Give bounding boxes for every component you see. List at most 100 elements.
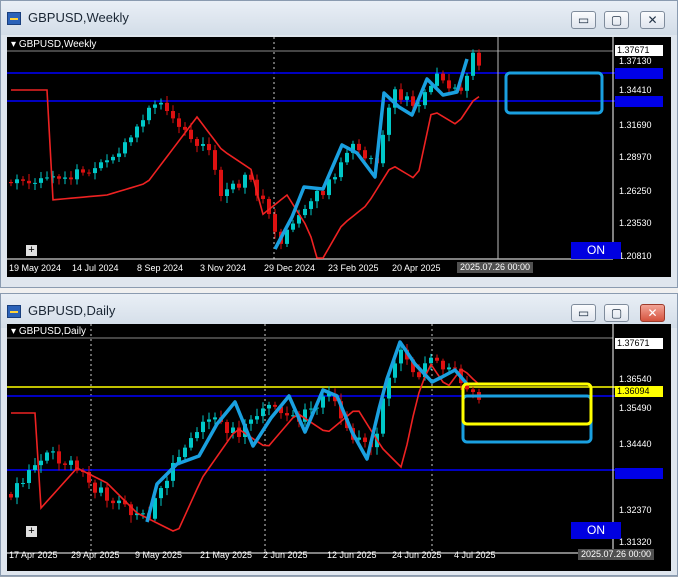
daily-window-title: GBPUSD,Daily <box>28 303 116 318</box>
candle-body <box>21 483 25 485</box>
candle-body <box>399 89 403 100</box>
candle-body <box>447 367 451 370</box>
candle-body <box>69 460 73 465</box>
minimize-button[interactable]: ▭ <box>571 11 596 29</box>
candle-body <box>441 360 445 370</box>
weekly-on-button[interactable]: ON <box>571 242 621 259</box>
daily-top-price-box: 1.37671 <box>615 338 663 349</box>
candle-body <box>141 120 145 127</box>
candle-body <box>447 80 451 89</box>
candle-body <box>189 438 193 448</box>
candle-body <box>261 195 265 200</box>
daily-symbol-label: ▾ GBPUSD,Daily <box>11 326 87 337</box>
maximize-button[interactable]: ▢ <box>604 11 629 29</box>
candle-body <box>471 52 475 76</box>
candle-body <box>195 432 199 439</box>
candle-body <box>231 183 235 190</box>
candle-body <box>123 142 127 154</box>
weekly-cursor-time: 2025.07.26 00:00 <box>457 262 534 273</box>
candle-body <box>363 437 367 442</box>
candle-body <box>207 144 211 151</box>
candle-body <box>405 96 409 100</box>
weekly-chart-window[interactable]: GBPUSD,Weekly ▭ ▢ ✕ ▾ GBPUSD,Weekly 1.37… <box>0 0 678 288</box>
candle-body <box>39 460 43 466</box>
maximize-button[interactable]: ▢ <box>604 304 629 322</box>
candle-body <box>363 150 367 159</box>
weekly-price-label: 1.28970 <box>619 152 652 162</box>
candle-body <box>51 451 55 453</box>
terminal-bottom-bar <box>0 576 678 581</box>
candle-body <box>267 199 271 215</box>
annotation-box <box>504 71 604 115</box>
candle-body <box>333 177 337 180</box>
candle-body <box>171 111 175 119</box>
close-button[interactable]: ✕ <box>640 304 665 322</box>
annotation-box <box>461 382 593 426</box>
candle-body <box>381 134 385 164</box>
close-button[interactable]: ✕ <box>640 11 665 29</box>
candle-body <box>165 480 169 489</box>
candle-body <box>87 172 91 174</box>
candle-body <box>291 223 295 230</box>
daily-title-bar[interactable]: GBPUSD,Daily ▭ ▢ ✕ <box>1 294 677 328</box>
candle-body <box>249 419 253 424</box>
chart-window-icon <box>7 305 21 318</box>
candle-body <box>477 52 481 66</box>
candle-body <box>309 201 313 209</box>
candle-body <box>99 487 103 493</box>
candle-body <box>117 153 121 157</box>
daily-x-label: 17 Apr 2025 <box>9 550 58 560</box>
candle-body <box>417 372 421 378</box>
daily-symbol-text: GBPUSD,Daily <box>18 326 87 337</box>
daily-on-button[interactable]: ON <box>571 522 621 539</box>
candle-body <box>369 158 373 160</box>
candle-body <box>159 102 163 105</box>
weekly-price-label: 1.20810 <box>619 251 652 261</box>
weekly-price-label: 1.37130 <box>619 56 652 66</box>
candle-body <box>393 363 397 378</box>
chart-window-icon <box>7 12 21 25</box>
minimize-button[interactable]: ▭ <box>571 304 596 322</box>
candle-body <box>435 73 439 86</box>
weekly-hline-tag: 1.35770 <box>615 68 663 79</box>
daily-price-label: 1.31320 <box>619 537 652 547</box>
weekly-chart-area[interactable]: ▾ GBPUSD,Weekly 1.37671 1.37130 1.35770 … <box>7 37 671 277</box>
candle-body <box>399 349 403 364</box>
weekly-symbol-label: ▾ GBPUSD,Weekly <box>11 39 97 50</box>
candle-body <box>303 208 307 216</box>
candle-body <box>105 160 109 163</box>
candle-body <box>273 404 277 407</box>
candle-body <box>423 92 427 106</box>
candle-body <box>273 214 277 232</box>
candle-body <box>93 482 97 493</box>
candle-body <box>39 178 43 183</box>
daily-chart-window[interactable]: GBPUSD,Daily ▭ ▢ ✕ ▾ GBPUSD,Daily 1.3767… <box>0 293 678 576</box>
weekly-window-title: GBPUSD,Weekly <box>28 10 129 25</box>
candle-body <box>441 73 445 81</box>
weekly-x-label: 19 May 2024 <box>9 263 62 273</box>
candle-body <box>33 465 37 471</box>
daily-plus-button[interactable]: + <box>26 526 37 537</box>
candle-body <box>45 177 49 179</box>
weekly-plus-button[interactable]: + <box>26 245 37 256</box>
daily-chart-area[interactable]: ▾ GBPUSD,Daily 1.37671 1.36540 1.36094 1… <box>7 324 671 571</box>
weekly-price-label: 1.34410 <box>619 85 652 95</box>
candle-body <box>183 447 187 458</box>
candle-body <box>99 162 103 169</box>
weekly-hline-tag: 1.33965 <box>615 96 663 107</box>
candle-body <box>63 177 67 179</box>
candle-body <box>213 417 217 420</box>
candle-body <box>129 137 133 143</box>
weekly-title-bar[interactable]: GBPUSD,Weekly ▭ ▢ ✕ <box>1 1 677 35</box>
candle-body <box>63 463 67 465</box>
daily-x-label: 21 May 2025 <box>200 550 253 560</box>
candle-body <box>321 190 325 196</box>
candle-body <box>153 104 157 108</box>
candle-body <box>345 152 349 163</box>
candle-body <box>471 389 475 393</box>
candle-body <box>57 176 61 179</box>
candle-body <box>165 102 169 112</box>
daily-x-label: 29 Apr 2025 <box>71 550 120 560</box>
candle-body <box>243 174 247 188</box>
candle-body <box>135 126 139 138</box>
